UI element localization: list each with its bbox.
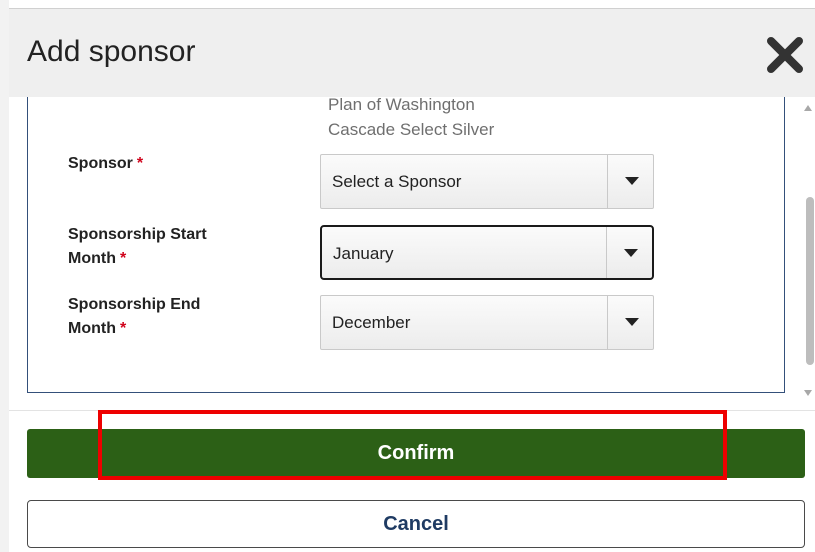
select-divider [607,155,608,208]
end-month-select[interactable]: December [320,295,654,350]
plan-name-line-1: Plan of Washington [328,97,475,114]
add-sponsor-dialog: Add sponsor Plan of Washington Cascade S… [9,0,815,552]
end-month-label: Sponsorship End Month * [68,293,200,341]
dialog-scrollbar[interactable] [800,97,815,410]
scroll-down-arrow-icon[interactable] [804,390,812,396]
scroll-up-arrow-icon[interactable] [804,105,812,111]
sponsor-label-text: Sponsor [68,155,133,172]
confirm-button[interactable]: Confirm [27,429,805,478]
end-month-select-value: December [332,313,411,332]
required-asterisk: * [119,320,127,337]
start-month-select-value: January [333,244,394,263]
select-divider [606,227,607,278]
select-divider [607,296,608,349]
sponsor-label: Sponsor * [68,152,143,176]
dialog-body[interactable]: Plan of Washington Cascade Select Silver… [9,97,815,410]
cancel-button[interactable]: Cancel [27,500,805,548]
dialog-title: Add sponsor [27,35,196,68]
chevron-down-icon [625,177,639,185]
sponsor-select[interactable]: Select a Sponsor [320,154,654,209]
dialog-header: Add sponsor [9,8,815,98]
required-asterisk: * [119,250,127,267]
scrollbar-thumb[interactable] [806,197,814,365]
chevron-down-icon [624,249,638,257]
footer-divider [9,410,815,411]
start-month-label: Sponsorship Start Month * [68,223,207,271]
start-month-label-line-2: Month [68,250,116,267]
sponsor-select-value: Select a Sponsor [332,172,462,191]
start-month-label-line-1: Sponsorship Start [68,226,207,243]
required-asterisk: * [136,155,144,172]
close-icon [767,37,803,73]
chevron-down-icon [625,318,639,326]
end-month-label-line-1: Sponsorship End [68,296,201,313]
plan-name-line-2: Cascade Select Silver [328,120,495,139]
close-button[interactable] [765,35,805,75]
end-month-label-line-2: Month [68,320,116,337]
start-month-select[interactable]: January [320,225,654,280]
sponsor-form-fieldset: Plan of Washington Cascade Select Silver… [27,97,785,393]
